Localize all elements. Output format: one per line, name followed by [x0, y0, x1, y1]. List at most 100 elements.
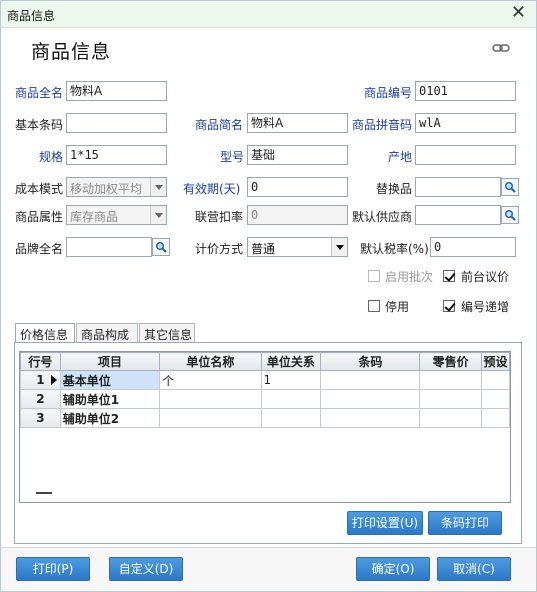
table-row[interactable]: 3 辅助单位2: [20, 408, 510, 428]
row-item[interactable]: 基本单位: [59, 370, 161, 390]
col-header-item[interactable]: 项目: [59, 352, 161, 371]
deduct-rate-input[interactable]: 0: [247, 205, 348, 225]
substitute-search-button[interactable]: [501, 178, 519, 196]
model-input[interactable]: 基础: [247, 145, 348, 165]
auto-increment-label: 编号递增: [461, 300, 510, 314]
substitute-input[interactable]: [415, 177, 501, 197]
counter-price-checkbox[interactable]: [443, 270, 455, 282]
col-header-unit-relation[interactable]: 单位关系: [260, 352, 322, 371]
window-title: 商品信息: [7, 9, 56, 23]
row-unit-relation[interactable]: [260, 408, 322, 428]
origin-input[interactable]: [415, 145, 516, 165]
chevron-down-icon: [331, 238, 347, 256]
attribute-value: 库存商品: [70, 210, 119, 224]
row-number: 2: [20, 389, 61, 409]
row-item[interactable]: 辅助单位2: [59, 408, 161, 428]
close-icon[interactable]: ✕: [511, 4, 526, 22]
row-barcode[interactable]: [320, 389, 421, 409]
barcode-print-button[interactable]: 条码打印: [428, 511, 502, 535]
table-row[interactable]: 2 辅助单位1: [20, 389, 510, 409]
label-full-name: 商品全名: [15, 86, 64, 100]
label-pinyin: 商品拼音码: [352, 118, 413, 132]
col-header-barcode[interactable]: 条码: [320, 352, 421, 371]
link-icon[interactable]: [492, 43, 510, 53]
customize-button[interactable]: 自定义(D): [109, 557, 183, 581]
magnifier-icon: [505, 210, 516, 221]
tab-price-info[interactable]: 价格信息: [15, 323, 75, 343]
row-unit-name[interactable]: 个: [159, 370, 262, 390]
label-cost-mode: 成本模式: [15, 182, 64, 196]
pinyin-input[interactable]: wlA: [415, 113, 516, 133]
spec-input[interactable]: 1*15: [66, 145, 167, 165]
print-button[interactable]: 打印(P): [16, 557, 90, 581]
label-attribute: 商品属性: [15, 210, 64, 224]
auto-increment-checkbox[interactable]: [443, 300, 455, 312]
col-header-row-num[interactable]: 行号: [20, 352, 61, 371]
row-retail-price[interactable]: [419, 370, 482, 390]
row-unit-name[interactable]: [159, 389, 262, 409]
brand-input[interactable]: [66, 237, 152, 257]
supplier-search-button[interactable]: [501, 206, 519, 224]
batch-label: 启用批次: [385, 270, 434, 284]
chevron-down-icon: [150, 206, 166, 224]
label-deduct-rate: 联营扣率: [195, 210, 244, 224]
row-unit-relation[interactable]: 1: [260, 370, 322, 390]
label-tax-rate: 默认税率(%): [360, 242, 429, 256]
disabled-label: 停用: [385, 300, 410, 314]
magnifier-icon: [505, 182, 516, 193]
grid-scroll-handle[interactable]: [36, 492, 52, 494]
row-number: 1: [20, 370, 61, 390]
label-spec: 规格: [39, 150, 64, 164]
row-unit-name[interactable]: [159, 408, 262, 428]
attribute-select[interactable]: 库存商品: [66, 205, 167, 225]
tab-other-info[interactable]: 其它信息: [139, 323, 195, 343]
label-short-name: 商品简名: [195, 118, 244, 132]
row-preset[interactable]: [480, 408, 510, 428]
disabled-checkbox[interactable]: [368, 300, 380, 312]
label-barcode: 基本条码: [15, 118, 64, 132]
row-preset[interactable]: [480, 370, 510, 390]
barcode-input[interactable]: [66, 113, 167, 133]
grid-header-row: 行号 项目 单位名称 单位关系 条码 零售价 预设: [20, 352, 510, 371]
short-name-input[interactable]: 物料A: [247, 113, 348, 133]
pricing-select[interactable]: 普通: [247, 237, 348, 257]
row-number: 3: [20, 408, 61, 428]
default-supplier-input[interactable]: [415, 205, 501, 225]
product-info-window: 商品信息 ✕ 商品信息 商品全名 物料A 商品编号 0101 基本条码 商品简名…: [0, 0, 537, 592]
brand-search-button[interactable]: [152, 238, 170, 256]
row-retail-price[interactable]: [419, 389, 482, 409]
row-item[interactable]: 辅助单位1: [59, 389, 161, 409]
label-substitute: 替换品: [376, 182, 413, 196]
chevron-down-icon: [150, 178, 166, 196]
col-header-retail-price[interactable]: 零售价: [419, 352, 482, 371]
full-name-input[interactable]: 物料A: [66, 81, 167, 101]
label-default-supplier: 默认供应商: [352, 210, 413, 224]
label-brand: 品牌全名: [15, 242, 64, 256]
tab-composition[interactable]: 商品构成: [76, 323, 138, 343]
pricing-value: 普通: [251, 242, 276, 256]
code-input[interactable]: 0101: [415, 81, 516, 101]
footer-bar: 打印(P) 自定义(D) 确定(O) 取消(C): [1, 548, 536, 591]
table-row[interactable]: 1 基本单位 个 1: [20, 370, 510, 390]
cost-mode-select[interactable]: 移动加权平均: [66, 177, 167, 197]
row-retail-price[interactable]: [419, 408, 482, 428]
validity-input[interactable]: 0: [247, 177, 348, 197]
label-validity: 有效期(天): [183, 182, 241, 196]
label-origin: 产地: [388, 150, 413, 164]
counter-price-label: 前台议价: [461, 270, 510, 284]
col-header-unit-name[interactable]: 单位名称: [159, 352, 262, 371]
title-bar: 商品信息 ✕: [1, 1, 536, 28]
batch-checkbox[interactable]: [368, 270, 380, 282]
row-preset[interactable]: [480, 389, 510, 409]
cost-mode-value: 移动加权平均: [70, 182, 143, 196]
label-model: 型号: [220, 150, 245, 164]
ok-button[interactable]: 确定(O): [356, 557, 430, 581]
price-grid[interactable]: 行号 项目 单位名称 单位关系 条码 零售价 预设 1 基本单位 个 1 2 辅…: [19, 351, 511, 503]
row-barcode[interactable]: [320, 370, 421, 390]
print-settings-button[interactable]: 打印设置(U): [347, 511, 423, 535]
row-barcode[interactable]: [320, 408, 421, 428]
tax-rate-input[interactable]: 0: [430, 237, 516, 257]
col-header-preset[interactable]: 预设: [480, 352, 510, 371]
cancel-button[interactable]: 取消(C): [437, 557, 511, 581]
row-unit-relation[interactable]: [260, 389, 322, 409]
